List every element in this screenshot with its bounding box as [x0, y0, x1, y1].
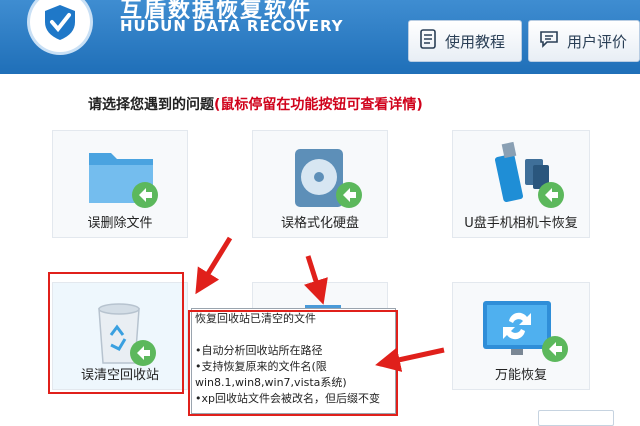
tooltip-line: •支持恢复原来的文件名(限	[195, 360, 327, 373]
user-reviews-button-label: 用户评价	[567, 32, 628, 51]
chat-icon	[539, 30, 559, 52]
tile-universal-recovery[interactable]: 万能恢复	[452, 282, 590, 390]
tile-formatted-disk[interactable]: 误格式化硬盘	[252, 130, 388, 238]
tile-label: 误清空回收站	[80, 368, 159, 383]
problem-prompt: 请选择您遇到的问题(鼠标停留在功能按钮可查看详情)	[88, 94, 423, 114]
app-header: 互盾数据恢复软件 HUDUN DATA RECOVERY 使用教程 用户评价	[0, 0, 640, 74]
tile-emptied-recycle-bin[interactable]: 误清空回收站	[52, 282, 188, 390]
tooltip-line	[195, 327, 392, 343]
recycle-bin-icon	[53, 291, 187, 366]
usb-drive-icon	[453, 139, 589, 211]
folder-icon	[53, 139, 187, 211]
tile-label: 万能恢复	[494, 368, 547, 383]
tile-label: 误格式化硬盘	[280, 216, 359, 231]
document-icon	[419, 29, 437, 53]
tooltip-line: •自动分析回收站所在路径	[195, 344, 323, 357]
hard-disk-icon	[253, 139, 387, 211]
app-subtitle: HUDUN DATA RECOVERY	[120, 17, 344, 35]
tooltip-line: win8.1,win8,win7,vista系统)	[195, 376, 347, 389]
prompt-text: 请选择您遇到的问题	[88, 97, 214, 113]
annotation-arrow	[195, 236, 233, 295]
shield-logo-icon	[30, 0, 90, 52]
user-reviews-button[interactable]: 用户评价	[528, 20, 640, 62]
tile-label: U盘手机相机卡恢复	[464, 216, 578, 231]
monitor-refresh-icon	[453, 291, 589, 363]
tutorial-button-label: 使用教程	[445, 32, 506, 51]
tooltip-recycle-bin-details: 恢复回收站已清空的文件 •自动分析回收站所在路径 •支持恢复原来的文件名(限 w…	[191, 308, 396, 414]
footer-button[interactable]	[538, 410, 614, 426]
tile-deleted-files[interactable]: 误删除文件	[52, 130, 188, 238]
tile-usb-card-recovery[interactable]: U盘手机相机卡恢复	[452, 130, 590, 238]
tooltip-line: •xp回收站文件会被改名，但后缀不变	[195, 392, 380, 405]
tile-label: 误删除文件	[87, 216, 153, 231]
tutorial-button[interactable]: 使用教程	[408, 20, 522, 62]
tooltip-line: 恢复回收站已清空的文件	[195, 312, 316, 325]
prompt-hint: (鼠标停留在功能按钮可查看详情)	[214, 97, 423, 113]
